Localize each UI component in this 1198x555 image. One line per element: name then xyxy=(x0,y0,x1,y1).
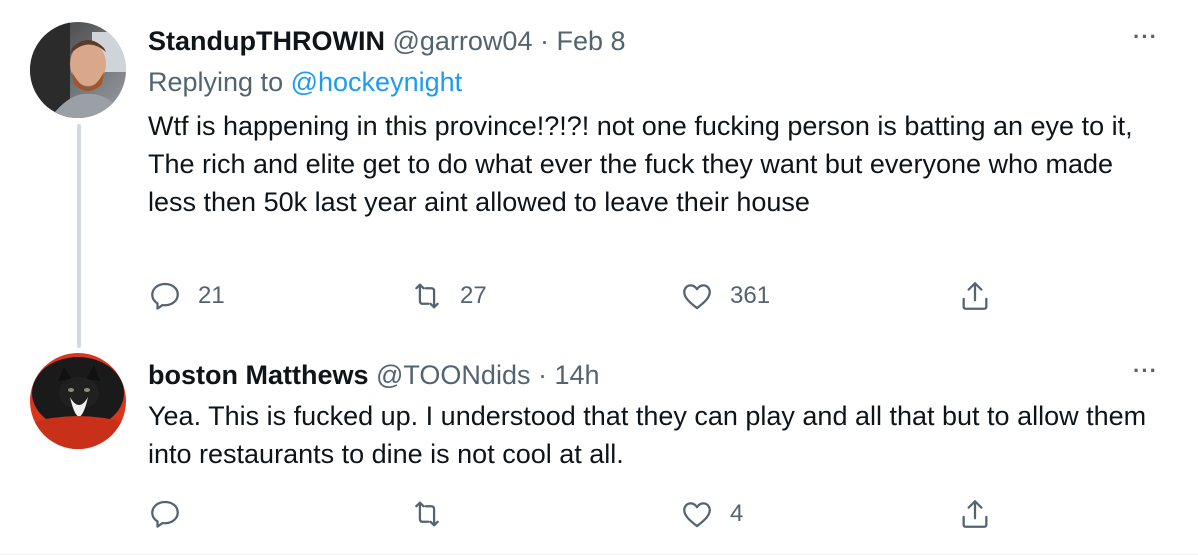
mention-link[interactable]: @hockeynight xyxy=(291,67,463,97)
separator: · xyxy=(537,360,547,390)
tweet-standupthrowin[interactable]: StandupTHROWIN @garrow04 · Feb 8 ··· Rep… xyxy=(0,0,1198,348)
retweet-icon xyxy=(415,283,439,309)
retweet-count: 27 xyxy=(460,282,487,309)
avatar[interactable] xyxy=(30,353,126,449)
share-button[interactable] xyxy=(958,276,992,316)
tweet-text: Yea. This is fucked up. I understood tha… xyxy=(148,401,1147,469)
display-name[interactable]: boston Matthews xyxy=(148,360,369,390)
like-button[interactable]: 4 xyxy=(680,494,743,534)
reply-button[interactable]: 21 xyxy=(148,276,225,316)
like-count: 361 xyxy=(730,282,771,309)
heart-icon xyxy=(683,502,711,528)
tweet-boston-matthews[interactable]: boston Matthews @TOONdids · 14h ··· Yea.… xyxy=(0,340,1198,555)
reply-icon xyxy=(151,500,179,528)
retweet-button[interactable] xyxy=(410,494,460,534)
timestamp[interactable]: 14h xyxy=(555,360,600,390)
profile-photo-icon xyxy=(30,353,126,449)
tweet-actions: 21 27 361 xyxy=(148,276,1028,316)
retweet-button[interactable]: 27 xyxy=(410,276,487,316)
reply-count: 21 xyxy=(198,282,225,309)
user-handle[interactable]: @garrow04 xyxy=(392,26,532,56)
heart-icon xyxy=(683,284,711,310)
like-button[interactable]: 361 xyxy=(680,276,770,316)
user-handle[interactable]: @TOONdids xyxy=(376,360,530,390)
share-button[interactable] xyxy=(958,494,992,534)
timestamp[interactable]: Feb 8 xyxy=(557,26,626,56)
display-name[interactable]: StandupTHROWIN xyxy=(148,26,385,56)
thread-line xyxy=(77,124,81,348)
tweet-text: Wtf is happening in this province!?!?! n… xyxy=(148,111,1133,217)
replying-prefix: Replying to xyxy=(148,67,284,97)
tweet-header: boston Matthews @TOONdids · 14h xyxy=(148,359,600,391)
tweet-actions: 4 xyxy=(148,494,1028,534)
reply-icon xyxy=(151,282,179,310)
share-icon xyxy=(962,282,988,310)
avatar[interactable] xyxy=(30,22,126,118)
share-icon xyxy=(962,500,988,528)
profile-photo-icon xyxy=(30,22,126,118)
separator: · xyxy=(539,26,549,56)
replying-to: Replying to @hockeynight xyxy=(148,66,462,98)
like-count: 4 xyxy=(730,500,744,527)
tweet-header: StandupTHROWIN @garrow04 · Feb 8 xyxy=(148,25,626,57)
more-options-icon[interactable]: ··· xyxy=(1133,358,1158,384)
more-options-icon[interactable]: ··· xyxy=(1133,24,1158,50)
reply-button[interactable] xyxy=(148,494,198,534)
retweet-icon xyxy=(415,501,439,527)
